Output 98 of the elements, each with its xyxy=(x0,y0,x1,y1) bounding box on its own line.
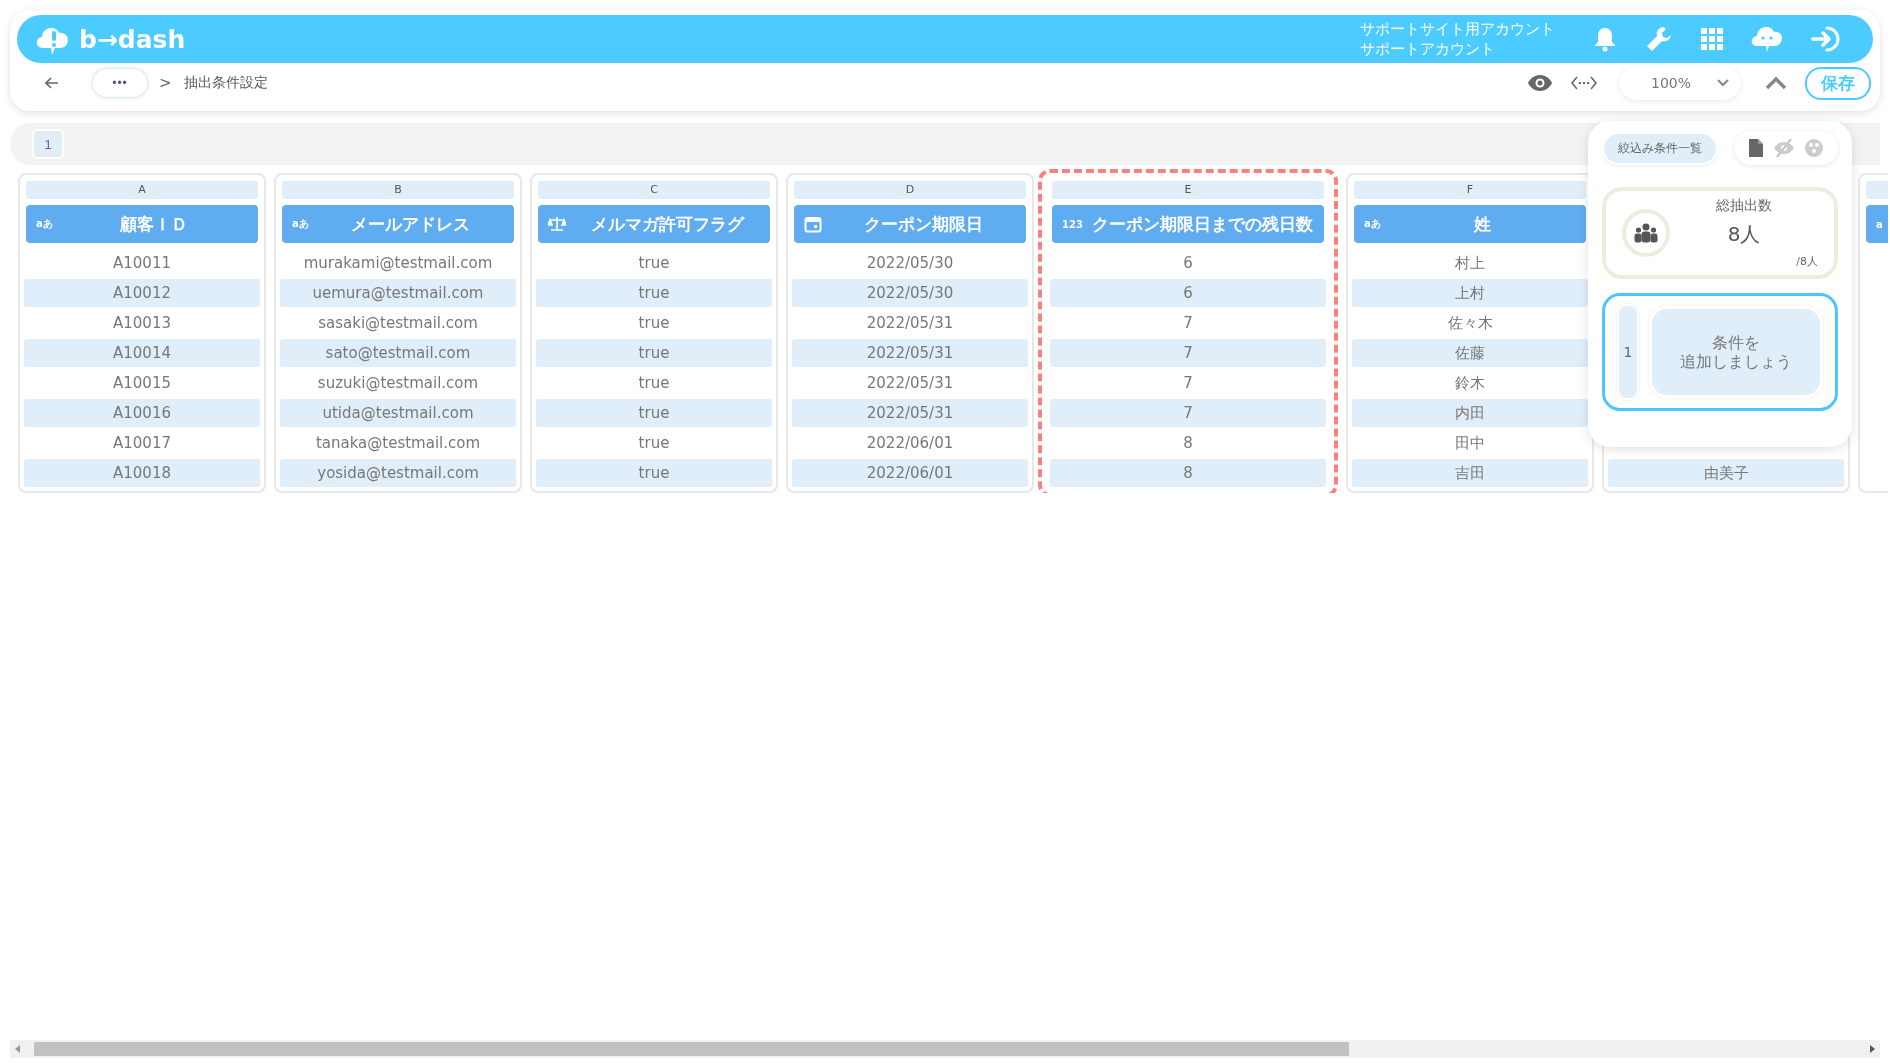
table-cell: 2022/05/31 xyxy=(792,399,1028,427)
table-cell: true xyxy=(536,399,772,427)
account-name[interactable]: サポートサイト用アカウント サポートアカウント xyxy=(1360,19,1555,59)
column-header[interactable]: a xyxy=(1866,205,1888,243)
table-cell: 2022/05/31 xyxy=(792,339,1028,367)
table-cell: A10012 xyxy=(24,279,260,307)
scroll-left-icon[interactable] xyxy=(14,1045,22,1053)
slashed-eye-icon[interactable] xyxy=(1773,138,1795,158)
breadcrumb-separator: > xyxy=(159,74,172,92)
column-letter: F xyxy=(1354,181,1586,199)
column-header[interactable]: aあ メールアドレス xyxy=(282,205,514,243)
column-letter: B xyxy=(282,181,514,199)
bell-icon[interactable] xyxy=(1593,26,1617,52)
calendar-icon xyxy=(804,215,822,233)
table-cell: 8 xyxy=(1050,459,1326,487)
table-cell: sato@testmail.com xyxy=(280,339,516,367)
text-type-icon: a xyxy=(1876,218,1883,230)
table-cell: 上村 xyxy=(1352,279,1588,307)
table-cell-text: 鈴木 xyxy=(1454,373,1486,394)
text-type-icon: aあ xyxy=(1364,217,1381,231)
table-cell-text: true xyxy=(637,253,671,274)
column-header[interactable]: aあ 姓 xyxy=(1354,205,1586,243)
column-letter: D xyxy=(794,181,1026,199)
condition-number: 1 xyxy=(1617,304,1639,400)
dropdown-chevron-icon xyxy=(1717,79,1729,87)
table-cell-text: 2022/06/01 xyxy=(865,433,955,454)
table-cell-text: A10017 xyxy=(112,433,172,454)
save-button[interactable]: 保存 xyxy=(1805,66,1871,100)
add-condition-button[interactable]: 条件を 追加しましょう xyxy=(1649,306,1823,398)
scale-icon xyxy=(548,216,566,232)
count-total: /8人 xyxy=(1796,254,1818,269)
table-cell: 由美子 xyxy=(1608,459,1844,487)
zoom-select[interactable]: 100% xyxy=(1618,66,1741,100)
table-cell-text: A10011 xyxy=(112,253,172,274)
count-value: 8人 xyxy=(1727,221,1761,248)
number-type-icon: 123 xyxy=(1062,218,1083,230)
breadcrumb-current: 抽出条件設定 xyxy=(183,74,268,92)
table-cell-text: 6 xyxy=(1182,253,1194,274)
wrench-icon[interactable] xyxy=(1645,25,1673,53)
count-label: 総抽出数 xyxy=(1716,197,1772,215)
table-cell-text: 7 xyxy=(1182,313,1194,334)
table-cell-text: true xyxy=(637,313,671,334)
table-cell-text: 2022/05/31 xyxy=(865,373,955,394)
horizontal-scrollbar[interactable] xyxy=(10,1040,1880,1058)
table-cell-text: 2022/05/31 xyxy=(865,313,955,334)
column-letter: C xyxy=(538,181,770,199)
table-cell: utida@testmail.com xyxy=(280,399,516,427)
text-type-icon: aあ xyxy=(292,217,309,231)
table-cell-text: sasaki@testmail.com xyxy=(317,313,479,334)
table-cell-text: 佐々木 xyxy=(1446,313,1494,334)
table-cell: A10016 xyxy=(24,399,260,427)
column-header[interactable]: クーポン期限日 xyxy=(794,205,1026,243)
table-cell: 6 xyxy=(1050,279,1326,307)
code-icon[interactable] xyxy=(1570,75,1597,91)
column-header[interactable]: メルマガ許可フラグ xyxy=(538,205,770,243)
people-icon xyxy=(1622,209,1670,257)
sheet-tab[interactable]: 1 xyxy=(32,129,64,159)
table-cell: 内田 xyxy=(1352,399,1588,427)
table-cell: 2022/06/01 xyxy=(792,459,1028,487)
column-header[interactable]: 123 クーポン期限日までの残日数 xyxy=(1052,205,1324,243)
table-cell-text: 田中 xyxy=(1454,433,1486,454)
dotted-circle-icon[interactable] xyxy=(1804,138,1824,158)
table-cell-text: A10015 xyxy=(112,373,172,394)
column-header[interactable]: aあ 顧客ＩＤ xyxy=(26,205,258,243)
table-cell: 吉田 xyxy=(1352,459,1588,487)
table-cell-text: A10013 xyxy=(112,313,172,334)
table-cell-text: 7 xyxy=(1182,373,1194,394)
text-type-icon: aあ xyxy=(36,217,53,231)
table-cell: true xyxy=(536,279,772,307)
table-cell: A10018 xyxy=(24,459,260,487)
column-letter: E xyxy=(1052,181,1324,199)
table-cell: uemura@testmail.com xyxy=(280,279,516,307)
eye-icon[interactable] xyxy=(1526,74,1553,92)
back-arrow-icon[interactable] xyxy=(45,77,59,89)
apps-grid-icon[interactable] xyxy=(1701,28,1723,50)
table-cell: 7 xyxy=(1050,399,1326,427)
table-cell-text: 村上 xyxy=(1454,253,1486,274)
table-cell-text: tanaka@testmail.com xyxy=(314,433,482,454)
table-cell: A10014 xyxy=(24,339,260,367)
logo-text[interactable]: b→dash xyxy=(79,24,186,54)
table-cell-text: true xyxy=(637,373,671,394)
table-cell: yosida@testmail.com xyxy=(280,459,516,487)
table-cell-text: 8 xyxy=(1182,433,1194,454)
table-cell: 7 xyxy=(1050,339,1326,367)
document-icon[interactable] xyxy=(1748,138,1764,158)
table-cell-text: true xyxy=(637,433,671,454)
scroll-right-icon[interactable] xyxy=(1868,1045,1876,1053)
table-cell-text: murakami@testmail.com xyxy=(302,253,494,274)
more-button[interactable]: ••• xyxy=(93,69,147,97)
collapse-chevron-icon[interactable] xyxy=(1765,76,1787,90)
column-letter: A xyxy=(26,181,258,199)
table-cell-text: 2022/05/30 xyxy=(865,253,955,274)
table-cell: true xyxy=(536,339,772,367)
table-cell-text: suzuki@testmail.com xyxy=(316,373,480,394)
table-cell: 2022/05/30 xyxy=(792,279,1028,307)
filter-list-tab[interactable]: 絞込み条件一覧 xyxy=(1602,131,1718,165)
table-cell: 佐藤 xyxy=(1352,339,1588,367)
table-cell: true xyxy=(536,459,772,487)
